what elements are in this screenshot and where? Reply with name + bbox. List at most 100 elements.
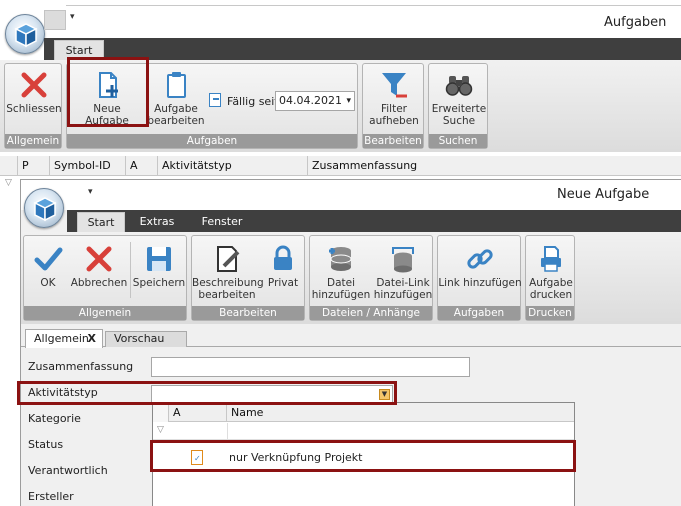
dropdown-col-name[interactable]: Name bbox=[227, 403, 574, 422]
new-task-dialog: Neue Aufgabe ▾ Start Extras Fenster OK A… bbox=[20, 179, 681, 506]
cube-icon bbox=[33, 197, 57, 222]
page-tab-general-label: Allgemein bbox=[34, 332, 89, 345]
group-search: Erweiterte Suche Suchen bbox=[428, 63, 488, 149]
dialog-tab-extras[interactable]: Extras bbox=[131, 212, 183, 232]
grid-col-a[interactable]: A bbox=[126, 156, 158, 176]
grid-col-selector bbox=[0, 156, 18, 176]
chevron-down-icon[interactable]: ▾ bbox=[346, 92, 351, 110]
ok-button[interactable]: OK bbox=[26, 244, 70, 289]
filter-clear-label: Filter aufheben bbox=[369, 103, 419, 127]
close-icon bbox=[21, 72, 47, 98]
grid-filter-icon[interactable]: ▽ bbox=[5, 178, 12, 188]
group-tasks-label: Aufgaben bbox=[67, 134, 357, 148]
responsible-label: Verantwortlich bbox=[28, 464, 108, 477]
add-file-link-label: Datei-Link hinzufügen bbox=[373, 277, 433, 301]
clipboard-icon bbox=[167, 72, 186, 98]
app-menu-orb[interactable] bbox=[5, 14, 45, 54]
due-since-date-field[interactable]: 04.04.2021 ▾ bbox=[275, 91, 355, 111]
task-clipboard-icon: ✓ bbox=[191, 450, 203, 465]
edit-document-icon bbox=[217, 246, 240, 272]
summary-label: Zusammenfassung bbox=[28, 360, 134, 373]
page-tab-preview-label: Vorschau bbox=[114, 332, 165, 345]
window-title: Aufgaben bbox=[604, 15, 667, 30]
dialog-tab-window[interactable]: Fenster bbox=[193, 212, 251, 232]
private-button[interactable]: Privat bbox=[262, 244, 304, 289]
group-edit: Filter aufheben Bearbeiten bbox=[362, 63, 424, 149]
dialog-group-files-label: Dateien / Anhänge bbox=[310, 306, 432, 320]
status-label: Status bbox=[28, 438, 64, 451]
close-icon bbox=[86, 246, 112, 272]
ok-label: OK bbox=[40, 277, 56, 289]
page-tab-preview[interactable]: Vorschau bbox=[105, 331, 187, 347]
tab-start[interactable]: Start bbox=[54, 40, 104, 60]
dropdown-filter-divider bbox=[227, 423, 228, 439]
group-general-label: Allgemein bbox=[5, 134, 61, 148]
new-document-icon bbox=[99, 72, 118, 98]
binoculars-icon bbox=[445, 76, 473, 96]
list-item[interactable]: ✓ nur Verknüpfung Projekt bbox=[153, 448, 574, 467]
add-file-button[interactable]: Datei hinzufügen bbox=[310, 244, 372, 301]
dialog-app-menu-orb[interactable] bbox=[24, 188, 64, 228]
filter-clear-button[interactable]: Filter aufheben bbox=[363, 70, 425, 127]
due-since-date-value: 04.04.2021 bbox=[279, 94, 342, 107]
dropdown-col-selector bbox=[153, 403, 169, 422]
dialog-group-tasks-label: Aufgaben bbox=[438, 306, 520, 320]
group-search-label: Suchen bbox=[429, 134, 487, 148]
new-task-button[interactable]: Neue Aufgabe bbox=[71, 70, 143, 127]
group-tasks: Neue Aufgabe Aufgabe bearbeiten Fällig s… bbox=[66, 63, 358, 149]
dialog-tab-bar: Start Extras Fenster bbox=[67, 210, 681, 232]
group-general: Schliessen Allgemein bbox=[4, 63, 62, 149]
printer-icon bbox=[541, 246, 561, 272]
category-label: Kategorie bbox=[28, 412, 81, 425]
dialog-title-bar: Neue Aufgabe bbox=[21, 180, 681, 210]
save-button[interactable]: Speichern bbox=[132, 244, 186, 289]
cancel-button[interactable]: Abbrechen bbox=[68, 244, 130, 289]
edit-task-button[interactable]: Aufgabe bearbeiten bbox=[145, 70, 207, 127]
floppy-disk-icon bbox=[147, 247, 171, 271]
quick-access-bar bbox=[44, 10, 66, 30]
dialog-quick-access-dropdown-icon[interactable]: ▾ bbox=[88, 187, 93, 197]
window-title-line bbox=[66, 5, 681, 6]
grid-col-activity-type[interactable]: Aktivitätstyp bbox=[158, 156, 308, 176]
extended-search-button[interactable]: Erweiterte Suche bbox=[429, 70, 489, 127]
cube-icon bbox=[14, 23, 38, 48]
dialog-group-edit-label: Bearbeiten bbox=[192, 306, 304, 320]
close-icon[interactable]: X bbox=[88, 330, 96, 347]
list-item-name: nur Verknüpfung Projekt bbox=[229, 451, 363, 464]
close-button[interactable]: Schliessen bbox=[5, 70, 63, 115]
edit-description-label: Beschreibung bearbeiten bbox=[192, 277, 264, 301]
quick-access-dropdown-icon[interactable]: ▾ bbox=[70, 12, 75, 22]
summary-input[interactable] bbox=[151, 357, 470, 377]
main-ribbon: Schliessen Allgemein Neue Aufgabe Aufgab… bbox=[0, 60, 681, 152]
print-task-label: Aufgabe drucken bbox=[529, 277, 573, 301]
dropdown-header: A Name bbox=[153, 403, 574, 422]
new-task-label: Neue Aufgabe bbox=[85, 103, 129, 127]
print-task-button[interactable]: Aufgabe drucken bbox=[526, 244, 576, 301]
grid-col-summary[interactable]: Zusammenfassung bbox=[308, 156, 681, 176]
filter-icon[interactable]: ▽ bbox=[157, 425, 164, 435]
checkmark-icon bbox=[34, 247, 63, 271]
chevron-down-icon[interactable]: ▼ bbox=[379, 389, 390, 400]
page-tab-general[interactable]: Allgemein X bbox=[25, 329, 103, 348]
activity-type-combobox[interactable]: ▼ bbox=[151, 385, 393, 403]
due-since-label: Fällig seit bbox=[227, 95, 279, 108]
dialog-tab-start[interactable]: Start bbox=[77, 212, 125, 232]
add-file-link-button[interactable]: Datei-Link hinzufügen bbox=[372, 244, 434, 301]
dialog-group-edit: Beschreibung bearbeiten Privat Bearbeite… bbox=[191, 235, 305, 321]
dialog-title: Neue Aufgabe bbox=[557, 187, 650, 202]
private-label: Privat bbox=[267, 277, 299, 289]
dropdown-col-a[interactable]: A bbox=[169, 403, 227, 422]
add-link-button[interactable]: Link hinzufügen bbox=[438, 244, 522, 289]
edit-description-button[interactable]: Beschreibung bearbeiten bbox=[192, 244, 264, 301]
grid-col-priority[interactable]: P bbox=[18, 156, 50, 176]
dialog-group-print-label: Drucken bbox=[526, 306, 574, 320]
database-link-icon bbox=[392, 247, 414, 273]
dialog-group-files: Datei hinzufügen Datei-Link hinzufügen D… bbox=[309, 235, 433, 321]
grid-col-symbol-id[interactable]: Symbol-ID bbox=[50, 156, 126, 176]
dialog-group-general: OK Abbrechen Speichern Allgemein bbox=[23, 235, 187, 321]
main-tab-bar: Start bbox=[44, 38, 681, 60]
dialog-group-print: Aufgabe drucken Drucken bbox=[525, 235, 575, 321]
dialog-general-separator bbox=[130, 242, 131, 298]
activity-type-label: Aktivitätstyp bbox=[28, 386, 98, 399]
creator-label: Ersteller bbox=[28, 490, 74, 503]
